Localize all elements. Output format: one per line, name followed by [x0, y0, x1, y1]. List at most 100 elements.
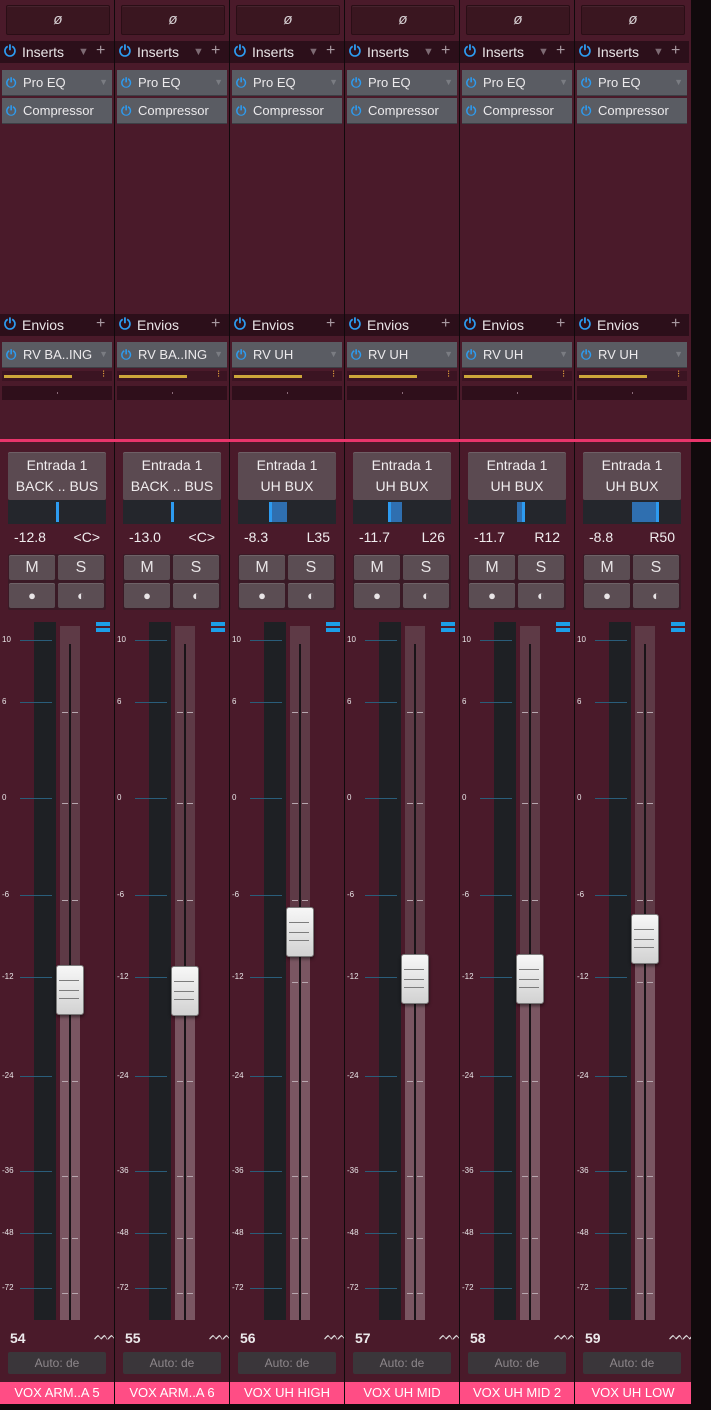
pre-post-icon[interactable]: ⁝ — [677, 370, 685, 380]
sends-power-icon[interactable]: ⏻ — [579, 314, 591, 336]
solo-button[interactable]: S — [633, 555, 679, 580]
power-icon[interactable]: ⏻ — [581, 70, 591, 95]
inserts-header[interactable]: ⏻ Inserts ▼ + — [230, 41, 344, 63]
pan-value[interactable]: R50 — [649, 529, 675, 545]
add-send-icon[interactable]: + — [96, 313, 105, 335]
automation-mode-button[interactable]: Auto: de — [238, 1352, 336, 1374]
automation-mode-button[interactable]: Auto: de — [468, 1352, 566, 1374]
sends-power-icon[interactable]: ⏻ — [464, 314, 476, 336]
fader-cap[interactable] — [516, 954, 544, 1004]
sends-header[interactable]: ⏻ Envios + — [575, 314, 689, 336]
volume-value[interactable]: -8.8 — [589, 529, 613, 545]
automation-mode-button[interactable]: Auto: de — [583, 1352, 681, 1374]
chevron-down-icon[interactable]: ▼ — [99, 70, 108, 95]
sends-header[interactable]: ⏻ Envios + — [460, 314, 574, 336]
add-insert-icon[interactable]: + — [556, 40, 565, 62]
pre-post-icon[interactable]: ⁝ — [562, 370, 570, 380]
sends-power-icon[interactable]: ⏻ — [119, 314, 131, 336]
power-icon[interactable]: ⏻ — [6, 70, 16, 95]
meter-options-icon[interactable] — [671, 622, 685, 634]
io-routing-button[interactable]: Entrada 1 UH BUX — [238, 452, 336, 500]
phase-invert-button[interactable]: ø — [236, 5, 340, 35]
add-send-icon[interactable]: + — [211, 313, 220, 335]
send-slot[interactable]: ⏻ RV BA..ING ▼ — [117, 342, 227, 368]
monitor-button[interactable]: ◐ — [403, 583, 449, 608]
mute-button[interactable]: M — [9, 555, 55, 580]
monitor-button[interactable]: ◐ — [58, 583, 104, 608]
send-level-slider[interactable]: ⁝ — [117, 370, 227, 381]
inserts-power-icon[interactable]: ⏻ — [119, 41, 131, 63]
add-send-icon[interactable]: + — [556, 313, 565, 335]
chevron-down-icon[interactable]: ▼ — [329, 70, 338, 95]
power-icon[interactable]: ⏻ — [351, 98, 361, 123]
waveform-icon[interactable]: ᨓᨓ — [324, 1328, 344, 1344]
pan-slider[interactable] — [123, 500, 221, 524]
solo-button[interactable]: S — [403, 555, 449, 580]
monitor-button[interactable]: ◐ — [518, 583, 564, 608]
pan-value[interactable]: <C> — [189, 529, 215, 545]
add-insert-icon[interactable]: + — [441, 40, 450, 62]
inserts-header[interactable]: ⏻ Inserts ▼ + — [0, 41, 114, 63]
sends-header[interactable]: ⏻ Envios + — [0, 314, 114, 336]
io-routing-button[interactable]: Entrada 1 UH BUX — [468, 452, 566, 500]
solo-button[interactable]: S — [288, 555, 334, 580]
record-arm-button[interactable]: ● — [354, 583, 400, 608]
fader-cap[interactable] — [286, 907, 314, 957]
io-routing-button[interactable]: Entrada 1 BACK .. BUS — [8, 452, 106, 500]
insert-slot-pro-eq[interactable]: ⏻ Pro EQ ▼ — [117, 70, 227, 96]
insert-slot-pro-eq[interactable]: ⏻ Pro EQ ▼ — [347, 70, 457, 96]
power-icon[interactable]: ⏻ — [466, 342, 476, 367]
channel-name[interactable]: VOX UH LOW — [575, 1382, 691, 1404]
fader-track[interactable] — [290, 626, 310, 1320]
pre-post-icon[interactable]: ⁝ — [102, 370, 110, 380]
insert-slot-compressor[interactable]: ⏻ Compressor — [2, 98, 112, 124]
channel-name[interactable]: VOX UH MID — [345, 1382, 459, 1404]
volume-value[interactable]: -11.7 — [359, 529, 390, 545]
monitor-button[interactable]: ◐ — [173, 583, 219, 608]
power-icon[interactable]: ⏻ — [581, 342, 591, 367]
record-arm-button[interactable]: ● — [239, 583, 285, 608]
inserts-power-icon[interactable]: ⏻ — [234, 41, 246, 63]
insert-slot-compressor[interactable]: ⏻ Compressor — [232, 98, 342, 124]
pan-value[interactable]: <C> — [74, 529, 100, 545]
io-routing-button[interactable]: Entrada 1 UH BUX — [353, 452, 451, 500]
monitor-button[interactable]: ◐ — [633, 583, 679, 608]
mute-button[interactable]: M — [584, 555, 630, 580]
fader-cap[interactable] — [171, 966, 199, 1016]
add-send-icon[interactable]: + — [671, 313, 680, 335]
chevron-down-icon[interactable]: ▼ — [329, 342, 338, 367]
send-slot[interactable]: ⏻ RV UH ▼ — [347, 342, 457, 368]
add-send-icon[interactable]: + — [441, 313, 450, 335]
record-arm-button[interactable]: ● — [584, 583, 630, 608]
inserts-power-icon[interactable]: ⏻ — [349, 41, 361, 63]
phase-invert-button[interactable]: ø — [581, 5, 685, 35]
insert-slot-pro-eq[interactable]: ⏻ Pro EQ ▼ — [462, 70, 572, 96]
meter-options-icon[interactable] — [211, 622, 225, 634]
record-arm-button[interactable]: ● — [9, 583, 55, 608]
send-slot[interactable]: ⏻ RV UH ▼ — [462, 342, 572, 368]
add-send-icon[interactable]: + — [326, 313, 335, 335]
meter-options-icon[interactable] — [556, 622, 570, 634]
power-icon[interactable]: ⏻ — [466, 98, 476, 123]
pre-post-icon[interactable]: ⁝ — [447, 370, 455, 380]
mute-button[interactable]: M — [124, 555, 170, 580]
waveform-icon[interactable]: ᨓᨓ — [439, 1328, 459, 1344]
pan-slider[interactable] — [8, 500, 106, 524]
phase-invert-button[interactable]: ø — [466, 5, 570, 35]
send-slot[interactable]: ⏻ RV UH ▼ — [577, 342, 687, 368]
inserts-header[interactable]: ⏻ Inserts ▼ + — [115, 41, 229, 63]
channel-name[interactable]: VOX ARM..A 5 — [0, 1382, 114, 1404]
io-routing-button[interactable]: Entrada 1 UH BUX — [583, 452, 681, 500]
fader-cap[interactable] — [631, 914, 659, 964]
power-icon[interactable]: ⏻ — [581, 98, 591, 123]
sends-header[interactable]: ⏻ Envios + — [345, 314, 459, 336]
channel-name[interactable]: VOX ARM..A 6 — [115, 1382, 229, 1404]
meter-options-icon[interactable] — [326, 622, 340, 634]
channel-name[interactable]: VOX UH MID 2 — [460, 1382, 574, 1404]
insert-slot-compressor[interactable]: ⏻ Compressor — [347, 98, 457, 124]
power-icon[interactable]: ⏻ — [121, 98, 131, 123]
send-level-slider[interactable]: ⁝ — [462, 370, 572, 381]
send-pan-slider[interactable] — [2, 386, 112, 400]
waveform-icon[interactable]: ᨓᨓ — [94, 1328, 114, 1344]
sends-power-icon[interactable]: ⏻ — [349, 314, 361, 336]
